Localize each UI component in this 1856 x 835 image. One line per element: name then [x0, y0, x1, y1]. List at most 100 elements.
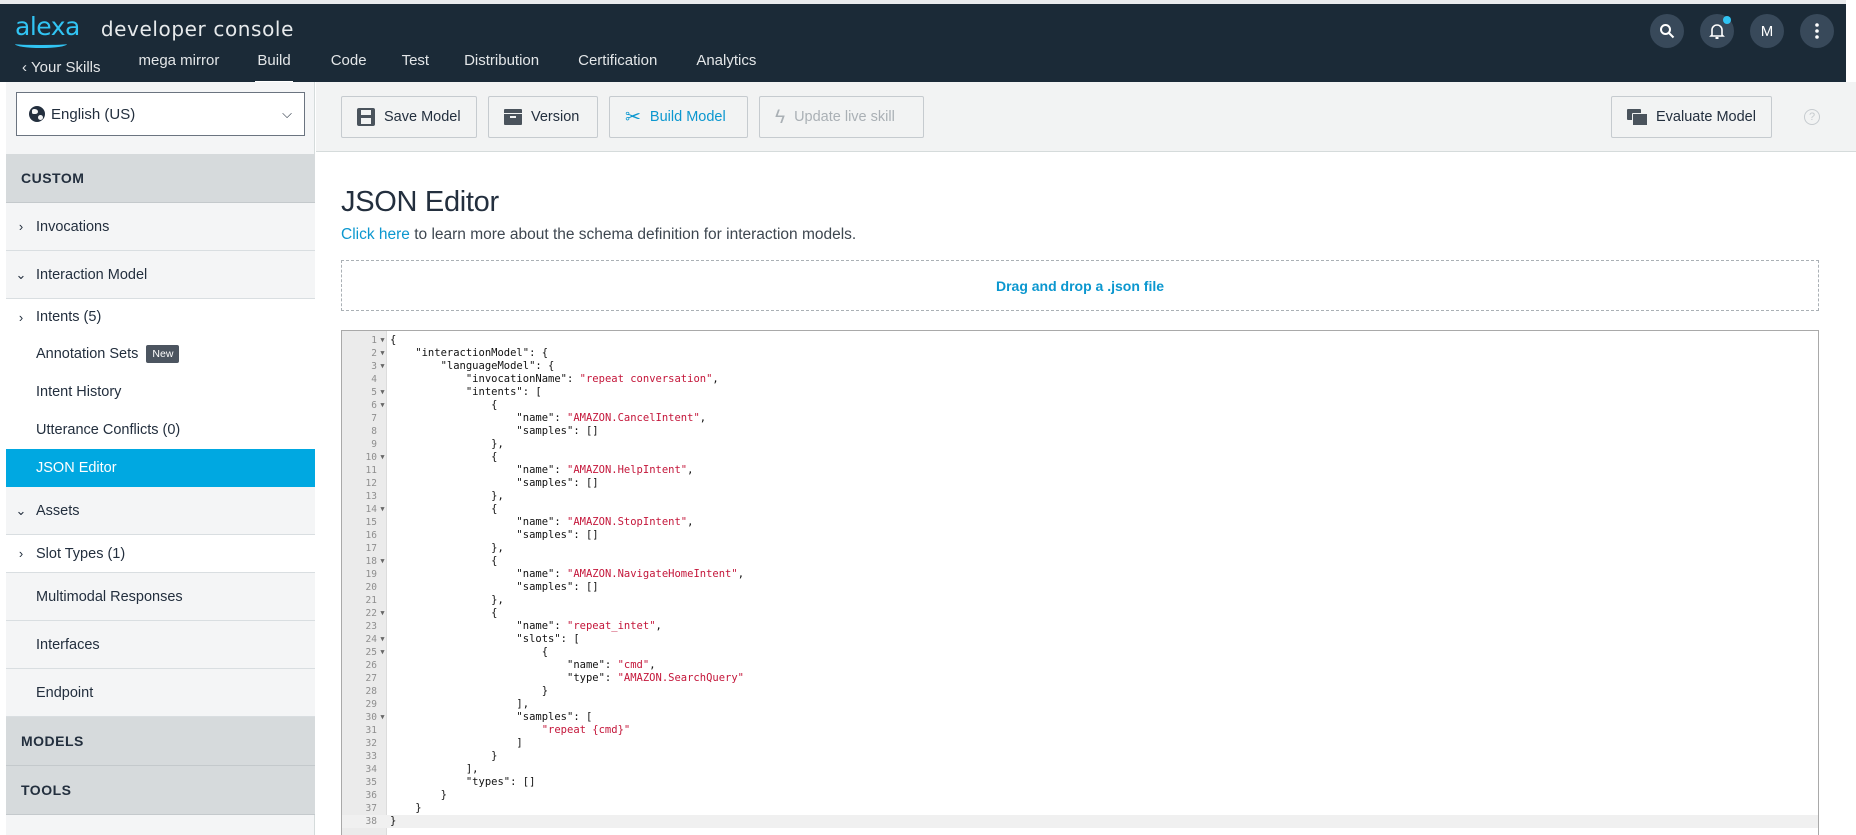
avatar[interactable]: M: [1750, 14, 1784, 48]
code-text: {: [390, 646, 549, 658]
more-menu-button[interactable]: [1800, 14, 1834, 48]
locale-select[interactable]: English (US) ⌵: [16, 92, 305, 136]
code-text: "samples": []: [390, 425, 599, 437]
line-number: 32: [365, 738, 377, 749]
json-string: "cmd": [617, 659, 650, 671]
evaluate-model-button[interactable]: Evaluate Model: [1611, 96, 1772, 138]
sidebar-item-label: Interfaces: [36, 636, 100, 653]
line-number: 9: [371, 439, 377, 450]
fold-toggle-icon[interactable]: ▼: [378, 386, 387, 399]
code-line: 25 ▼ {: [342, 646, 1818, 659]
sidebar-item-interfaces[interactable]: Interfaces: [6, 621, 315, 669]
schema-help-suffix: to learn more about the schema definitio…: [409, 226, 857, 243]
alexa-logo: alexa: [15, 12, 80, 48]
code-text: "intents": [: [390, 386, 542, 398]
fold-toggle-icon[interactable]: ▼: [378, 633, 387, 646]
fold-toggle-icon[interactable]: ▼: [378, 503, 387, 516]
line-number: 17: [365, 543, 377, 554]
update-live-skill-button[interactable]: ϟ Update live skill: [759, 96, 924, 138]
globe-icon: [29, 106, 45, 122]
fold-toggle-icon[interactable]: ▼: [378, 555, 387, 568]
search-button[interactable]: [1650, 14, 1684, 48]
chevron-right-icon: ›: [18, 309, 24, 325]
fold-toggle-icon[interactable]: ▼: [378, 607, 387, 620]
skill-name-link[interactable]: mega mirror: [138, 46, 219, 82]
code-text: ],: [390, 698, 530, 710]
code-line: 5 ▼ "intents": [: [342, 386, 1818, 399]
code-line: 30 ▼ "samples": [: [342, 711, 1818, 724]
brand[interactable]: alexa developer console: [15, 6, 294, 48]
sidebar-item-intents[interactable]: › Intents (5): [6, 299, 315, 335]
sidebar-item-json-editor[interactable]: JSON Editor: [6, 449, 315, 487]
sidebar-item-endpoint[interactable]: Endpoint: [6, 669, 315, 717]
sidebar-item-label: Invocations: [36, 218, 110, 235]
line-number: 26: [365, 660, 377, 671]
code-line: 10 ▼ {: [342, 451, 1818, 464]
tab-code[interactable]: Code: [331, 46, 367, 82]
sidebar-item-slot-types[interactable]: › Slot Types (1): [6, 535, 315, 573]
notifications-button[interactable]: [1700, 14, 1734, 48]
json-string: "AMAZON.HelpIntent": [567, 464, 688, 476]
version-button[interactable]: Version: [488, 96, 598, 138]
line-number: 14: [365, 504, 377, 515]
line-number: 8: [371, 426, 377, 437]
section-tools[interactable]: TOOLS: [6, 766, 315, 815]
section-models[interactable]: MODELS: [6, 717, 315, 766]
json-string: "AMAZON.NavigateHomeIntent": [567, 568, 738, 580]
tab-distribution[interactable]: Distribution: [464, 46, 539, 82]
code-text: "slots": [: [390, 633, 580, 645]
sidebar-item-assets[interactable]: ⌄ Assets: [6, 487, 315, 535]
code-line: 33 }: [342, 750, 1818, 763]
chevron-down-icon: ⌄: [15, 502, 27, 518]
code-line: 9 },: [342, 438, 1818, 451]
sidebar-item-label: Utterance Conflicts (0): [36, 422, 181, 438]
sidebar-item-interaction-model[interactable]: ⌄ Interaction Model: [6, 251, 315, 299]
json-string: "repeat conversation": [579, 373, 713, 385]
code-text: "invocationName": "repeat conversation",: [390, 373, 719, 385]
fold-toggle-icon[interactable]: ▼: [378, 347, 387, 360]
json-string: "AMAZON.CancelIntent": [567, 412, 700, 424]
sidebar-item-intent-history[interactable]: Intent History: [6, 373, 315, 411]
top-header: alexa developer console ‹ Your Skills me…: [0, 0, 1846, 86]
tab-analytics[interactable]: Analytics: [696, 46, 756, 82]
tab-build[interactable]: Build: [255, 46, 294, 86]
chevron-down-icon: ⌵: [282, 106, 292, 121]
sidebar-item-label: Slot Types (1): [36, 545, 126, 562]
code-text: }: [390, 802, 422, 814]
line-number: 11: [365, 465, 377, 476]
sidebar-item-multimodal-responses[interactable]: Multimodal Responses: [6, 573, 315, 621]
back-to-skills-link[interactable]: ‹ Your Skills: [22, 46, 100, 82]
json-code-editor[interactable]: 1 ▼{2 ▼ "interactionModel": {3 ▼ "languageM…: [341, 330, 1819, 835]
fold-toggle-icon[interactable]: ▼: [378, 360, 387, 373]
code-line: 13 },: [342, 490, 1818, 503]
version-label: Version: [531, 109, 580, 125]
archive-icon: [504, 109, 522, 125]
tab-certification[interactable]: Certification: [578, 46, 657, 82]
sidebar-item-utterance-conflicts[interactable]: Utterance Conflicts (0): [6, 411, 315, 449]
tab-test[interactable]: Test: [402, 46, 430, 82]
fold-toggle-icon[interactable]: ▼: [378, 711, 387, 724]
sidebar-item-annotation-sets[interactable]: Annotation Sets New: [6, 335, 315, 373]
code-text: "name": "AMAZON.StopIntent",: [390, 516, 694, 528]
fold-toggle-icon[interactable]: ▼: [378, 334, 387, 347]
code-text: "name": "cmd",: [390, 659, 656, 671]
click-here-link[interactable]: Click here: [341, 226, 410, 243]
fold-toggle-icon[interactable]: ▼: [378, 646, 387, 659]
code-lines: 1 ▼{2 ▼ "interactionModel": {3 ▼ "languageM…: [342, 334, 1818, 828]
json-dropzone[interactable]: Drag and drop a .json file: [341, 260, 1819, 311]
code-text: "samples": [: [390, 711, 593, 723]
code-text: "type": "AMAZON.SearchQuery": [390, 672, 745, 684]
fold-toggle-icon[interactable]: ▼: [378, 451, 387, 464]
chevron-right-icon: ›: [18, 219, 24, 234]
code-line: 3 ▼ "languageModel": {: [342, 360, 1818, 373]
code-text: {: [390, 451, 498, 463]
help-icon[interactable]: ?: [1804, 109, 1820, 125]
line-number: 16: [365, 530, 377, 541]
build-model-button[interactable]: ✂ Build Model: [609, 96, 748, 138]
save-model-button[interactable]: Save Model: [341, 96, 477, 138]
json-string: "AMAZON.StopIntent": [567, 516, 688, 528]
sidebar-item-label: Intents (5): [36, 309, 102, 325]
fold-toggle-icon[interactable]: ▼: [378, 399, 387, 412]
save-model-label: Save Model: [384, 109, 461, 125]
sidebar-item-invocations[interactable]: › Invocations: [6, 203, 315, 251]
